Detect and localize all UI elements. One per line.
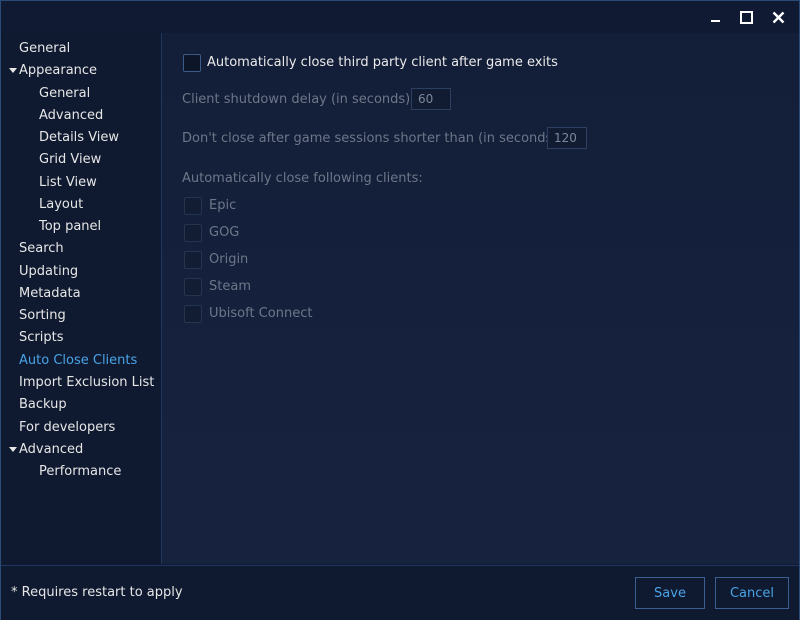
dialog-footer: * Requires restart to apply Save Cancel <box>1 565 799 620</box>
sidebar-item-label: Metadata <box>19 286 81 301</box>
sidebar-item-layout[interactable]: Layout <box>39 195 83 215</box>
sidebar-item-appearance[interactable]: Appearance <box>19 61 97 81</box>
maximize-icon <box>739 10 753 24</box>
client-label-epic: Epic <box>209 198 237 213</box>
sidebar-item-label: General <box>39 86 91 101</box>
sidebar-item-list-view[interactable]: List View <box>39 173 97 193</box>
chevron-down-icon[interactable] <box>8 61 18 81</box>
shutdown-delay-label: Client shutdown delay (in seconds) <box>182 92 411 107</box>
shutdown-delay-input[interactable]: 60 <box>411 88 451 110</box>
sidebar-item-advanced[interactable]: Advanced <box>19 440 83 460</box>
chevron-down-icon[interactable] <box>8 440 18 460</box>
sidebar-item-appearance-advanced[interactable]: Advanced <box>39 106 103 126</box>
settings-content: Automatically close third party client a… <box>162 33 799 564</box>
client-label-origin: Origin <box>209 252 249 267</box>
sidebar-item-label: Advanced <box>19 442 84 457</box>
client-label-gog: GOG <box>209 225 240 240</box>
sidebar-item-label: Appearance <box>19 63 98 78</box>
sidebar-item-top-panel[interactable]: Top panel <box>39 217 101 237</box>
restart-note: * Requires restart to apply <box>11 585 183 600</box>
cancel-button[interactable]: Cancel <box>715 577 789 609</box>
sidebar-item-metadata[interactable]: Metadata <box>19 284 81 304</box>
sidebar-item-auto-close-clients[interactable]: Auto Close Clients <box>19 351 137 371</box>
sidebar-item-label: Top panel <box>39 219 102 234</box>
sidebar-item-general[interactable]: General <box>19 39 70 59</box>
sidebar-item-label: Search <box>19 241 64 256</box>
auto-close-checkbox[interactable] <box>183 54 201 72</box>
sidebar-item-label: Layout <box>39 197 84 212</box>
close-button[interactable] <box>767 7 789 27</box>
clients-heading: Automatically close following clients: <box>182 171 423 186</box>
sidebar-item-details-view[interactable]: Details View <box>39 128 119 148</box>
sidebar-item-label: Import Exclusion List <box>19 375 155 390</box>
save-button[interactable]: Save <box>635 577 705 609</box>
sidebar-item-label: Backup <box>19 397 67 412</box>
sidebar-item-sorting[interactable]: Sorting <box>19 306 66 326</box>
client-checkbox-gog[interactable] <box>184 224 202 242</box>
minimize-icon <box>710 11 722 23</box>
sidebar-item-label: General <box>19 41 71 56</box>
sidebar-item-appearance-general[interactable]: General <box>39 84 90 104</box>
sidebar-item-label: Sorting <box>19 308 66 323</box>
sidebar-item-for-developers[interactable]: For developers <box>19 418 115 438</box>
sidebar-item-search[interactable]: Search <box>19 239 64 259</box>
close-icon <box>772 11 785 24</box>
auto-close-label: Automatically close third party client a… <box>207 55 558 70</box>
sidebar-item-performance[interactable]: Performance <box>39 462 121 482</box>
sidebar-item-label: Auto Close Clients <box>19 353 138 368</box>
sidebar-item-label: Details View <box>39 130 120 145</box>
sidebar-item-label: Grid View <box>39 152 102 167</box>
sidebar-item-label: List View <box>39 175 97 190</box>
min-session-label: Don't close after game sessions shorter … <box>182 131 558 146</box>
settings-sidebar: General Appearance General Advanced Deta… <box>1 33 162 564</box>
title-bar[interactable] <box>1 1 799 33</box>
client-label-ubisoft-connect: Ubisoft Connect <box>209 306 313 321</box>
sidebar-item-backup[interactable]: Backup <box>19 395 67 415</box>
sidebar-item-grid-view[interactable]: Grid View <box>39 150 101 170</box>
settings-window: General Appearance General Advanced Deta… <box>0 0 800 620</box>
minimize-button[interactable] <box>705 7 727 27</box>
sidebar-item-label: Advanced <box>39 108 104 123</box>
sidebar-item-label: For developers <box>19 420 116 435</box>
sidebar-item-label: Scripts <box>19 330 64 345</box>
maximize-button[interactable] <box>735 7 757 27</box>
sidebar-item-updating[interactable]: Updating <box>19 262 78 282</box>
min-session-input[interactable]: 120 <box>547 127 587 149</box>
sidebar-item-label: Performance <box>39 464 122 479</box>
sidebar-item-label: Updating <box>19 264 79 279</box>
client-checkbox-steam[interactable] <box>184 278 202 296</box>
client-label-steam: Steam <box>209 279 251 294</box>
client-checkbox-ubisoft-connect[interactable] <box>184 305 202 323</box>
sidebar-item-scripts[interactable]: Scripts <box>19 328 63 348</box>
sidebar-item-import-exclusion-list[interactable]: Import Exclusion List <box>19 373 154 393</box>
client-checkbox-origin[interactable] <box>184 251 202 269</box>
client-checkbox-epic[interactable] <box>184 197 202 215</box>
